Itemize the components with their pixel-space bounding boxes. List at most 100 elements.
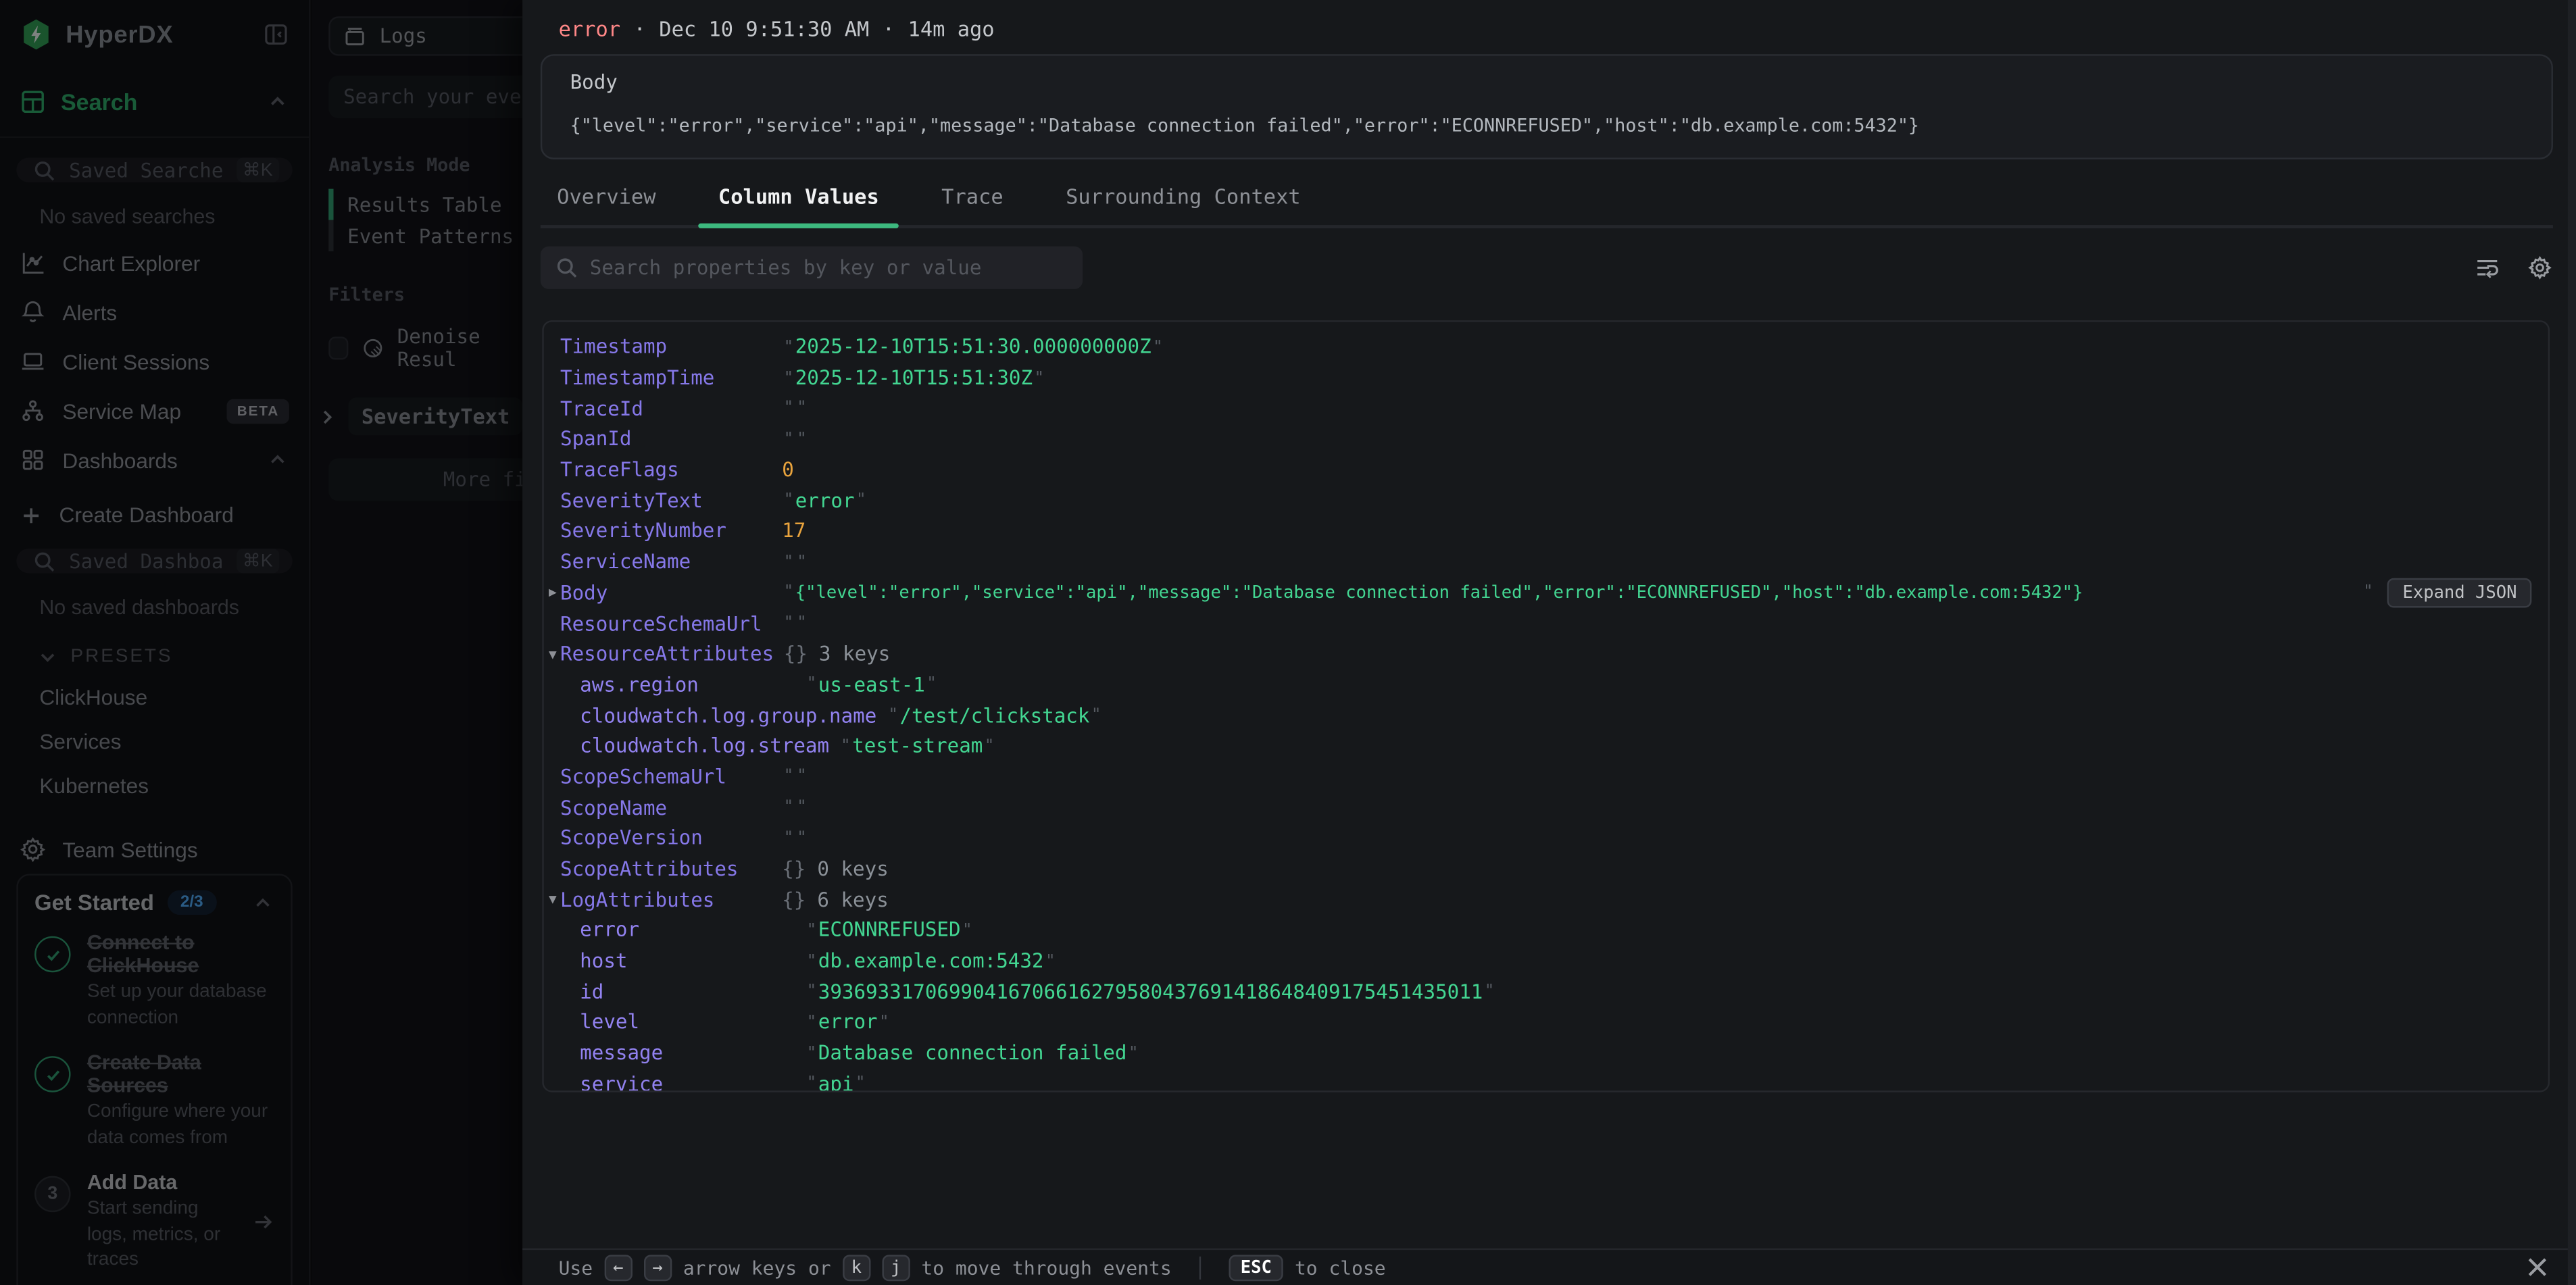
property-row-ScopeVersion[interactable]: ScopeVersion"" [544,823,2548,853]
property-row-SeverityNumber[interactable]: SeverityNumber17 [544,516,2548,547]
property-value: db.example.com:5432 [818,949,1044,972]
quote-mark: " [2363,584,2373,602]
modal-overlay[interactable] [0,0,522,1285]
property-row-SpanId[interactable]: SpanId "" [544,424,2548,454]
event-details-drawer: error · Dec 10 9:51:30 AM · 14m ago Body… [522,0,2576,1285]
quote-mark: " [784,799,794,817]
quote-mark: " [807,922,817,940]
close-icon[interactable] [2525,1255,2550,1279]
quote-mark: " [784,584,794,602]
tab-column-values[interactable]: Column Values [715,169,883,225]
tab-overview[interactable]: Overview [553,169,659,225]
property-row-error[interactable]: error"ECONNREFUSED" [544,915,2548,945]
quote-mark: " [807,1044,817,1062]
quote-mark: " [807,952,817,970]
property-row-TraceFlags[interactable]: TraceFlags0 [544,455,2548,485]
property-row-Body[interactable]: ▶Body"{"level":"error","service":"api","… [544,578,2548,608]
quote-mark: " [784,338,794,356]
header-separator: · [634,16,646,41]
property-row-SeverityText[interactable]: SeverityText"error" [544,485,2548,515]
property-key: aws.region [580,674,795,697]
quote-mark: " [807,982,817,1001]
quote-mark: " [784,553,794,571]
property-row-aws.region[interactable]: aws.region"us-east-1" [544,670,2548,700]
body-preview-card: Body {"level":"error","service":"api","m… [541,54,2553,159]
quote-mark: " [807,1013,817,1032]
tab-surrounding-context[interactable]: Surrounding Context [1062,169,1304,225]
property-key: SeverityNumber [560,520,772,543]
body-card-json: {"level":"error","service":"api","messag… [570,115,2524,136]
quote-mark: " [784,369,794,387]
property-key: cloudwatch.log.stream [580,734,829,757]
property-row-ScopeAttributes[interactable]: ScopeAttributes{}0 keys [544,853,2548,884]
drawer-footer: Use←→arrow keys orkjto move through even… [522,1249,2576,1285]
property-key: ScopeVersion [560,827,772,850]
property-value: 2025-12-10T15:51:30Z [795,366,1033,389]
property-key: ScopeAttributes [560,857,772,880]
property-value: us-east-1 [818,674,925,697]
property-search-placeholder: Search properties by key or value [590,256,982,279]
caret-down-icon[interactable]: ▼ [549,892,557,907]
drawer-tabs: Overview Column Values Trace Surrounding Co… [541,169,2553,228]
property-value: 3936933170699041670661627958043769141864… [818,980,1483,1003]
property-row-ResourceAttributes[interactable]: ▼ResourceAttributes{}3 keys [544,638,2548,669]
footer-hint-text: to close [1295,1257,1386,1280]
tab-trace[interactable]: Trace [938,169,1006,225]
property-row-ScopeName[interactable]: ScopeName"" [544,792,2548,823]
property-row-cloudwatch.log.stream[interactable]: cloudwatch.log.stream "test-stream" [544,731,2548,761]
property-search-input[interactable]: Search properties by key or value [541,247,1083,289]
quote-mark: " [926,676,937,694]
property-row-cloudwatch.log.group.name[interactable]: cloudwatch.log.group.name"/test/clicksta… [544,700,2548,730]
quote-mark: " [784,430,794,449]
quote-mark: " [784,492,794,510]
settings-icon[interactable] [2527,255,2553,281]
expand-json-button[interactable]: Expand JSON [2388,578,2532,607]
caret-down-icon[interactable]: ▼ [549,647,557,661]
property-key: level [580,1011,795,1034]
property-key: host [580,949,795,972]
property-row-id[interactable]: id"3936933170699041670661627958043769141… [544,976,2548,1007]
property-key: ScopeSchemaUrl [560,765,772,788]
property-key: SpanId [560,428,772,451]
quote-mark: " [784,829,794,847]
page-scrollbar-strip [2568,0,2576,1285]
property-key: ResourceAttributes [560,642,774,665]
property-row-host[interactable]: host"db.example.com:5432" [544,946,2548,976]
object-brace: {} [784,642,808,665]
quote-mark: " [797,399,807,418]
caret-right-icon[interactable]: ▶ [549,585,557,600]
property-value: api [818,1072,854,1092]
quote-mark: " [797,430,807,449]
kbd-←: ← [604,1255,632,1281]
property-row-Timestamp[interactable]: Timestamp"2025-12-10T15:51:30.000000000Z… [544,332,2548,362]
screen: HyperDX Search Saved Searches ⌘K No save… [0,0,2576,1285]
object-brace: {} [782,888,806,911]
property-key: LogAttributes [560,888,772,911]
wrap-lines-icon[interactable] [2474,255,2500,281]
quote-mark: " [841,737,851,755]
quote-mark: " [985,737,995,755]
property-row-message[interactable]: message"Database connection failed" [544,1038,2548,1068]
property-row-LogAttributes[interactable]: ▼LogAttributes{}6 keys [544,884,2548,915]
property-row-service[interactable]: service"api" [544,1068,2548,1092]
body-card-label: Body [570,71,2524,94]
property-row-ScopeSchemaUrl[interactable]: ScopeSchemaUrl"" [544,761,2548,792]
kbd-k: k [843,1255,870,1281]
footer-hint-text: arrow keys or [683,1257,831,1280]
property-row-ResourceSchemaUrl[interactable]: ResourceSchemaUrl"" [544,608,2548,638]
quote-mark: " [879,1013,889,1032]
property-row-level[interactable]: level"error" [544,1007,2548,1038]
quote-mark: " [807,1075,817,1092]
property-value: test-stream [852,734,983,757]
properties-table: Timestamp"2025-12-10T15:51:30.000000000Z… [542,320,2550,1092]
property-key: TimestampTime [560,366,772,389]
property-key: SeverityText [560,489,772,512]
property-row-TraceId[interactable]: TraceId"" [544,393,2548,424]
property-key: ScopeName [560,796,772,819]
property-row-TimestampTime[interactable]: TimestampTime"2025-12-10T15:51:30Z" [544,363,2548,393]
footer-hint-text: to move through events [921,1257,1171,1280]
footer-divider [1199,1257,1201,1280]
property-row-ServiceName[interactable]: ServiceName"" [544,547,2548,577]
quote-mark: " [784,399,794,418]
quote-mark: " [856,1075,866,1092]
